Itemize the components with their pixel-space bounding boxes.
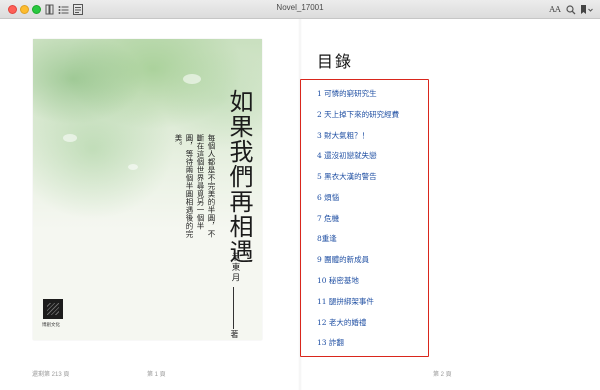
author-divider (233, 287, 234, 329)
toc-item[interactable]: 7 危機 (317, 213, 339, 224)
cover-title: 如果我們再相遇 (225, 89, 253, 264)
toc-item[interactable]: 2 天上掉下來的研究經費 (317, 109, 399, 120)
title-bar: Novel_17001 AA (0, 0, 600, 19)
bookmark-icon[interactable] (579, 3, 593, 16)
publisher-logo-icon (43, 299, 63, 319)
toc-item[interactable]: 9 團體的新成員 (317, 254, 369, 265)
left-page-number: 第 1 頁 (147, 372, 166, 378)
cover-artwork-highlight (128, 164, 138, 170)
toc-item[interactable]: 11 腿拚綁架事件 (317, 296, 374, 307)
book-cover: 如果我們再相遇 每個人都是不完美的半圓，不斷在這個世界尋覓另一個半圓，等待兩個半… (33, 39, 262, 340)
toc-item[interactable]: 12 老大的婚禮 (317, 317, 366, 328)
right-page-number: 第 2 頁 (433, 372, 452, 378)
toc-item[interactable]: 4 還沒初戀就失戀 (317, 150, 377, 161)
publisher-name: 博創文化 (42, 323, 60, 328)
cover-artwork-highlight (183, 74, 201, 84)
toc-item[interactable]: 5 黑衣大漢的警告 (317, 171, 377, 182)
window-title: Novel_17001 (276, 3, 324, 12)
cover-author-suffix: 著 (230, 330, 239, 338)
pages-remaining: 還剩第 213 頁 (32, 372, 70, 378)
search-icon[interactable] (565, 3, 576, 16)
toc-item[interactable]: 1 可憐的窮研究生 (317, 88, 377, 99)
font-size-icon[interactable]: AA (548, 3, 562, 16)
toc-item[interactable]: 8重逢 (317, 233, 337, 244)
right-page: 目錄 1 可憐的窮研究生 2 天上掉下來的研究經費 3 財大氣粗？！ 4 還沒初… (300, 19, 600, 390)
cover-blurb: 每個人都是不完美的半圓，不斷在這個世界尋覓另一個半圓，等待兩個半圓相遇後的完美。 (174, 134, 216, 238)
toc-item[interactable]: 10 秘密基地 (317, 275, 359, 286)
toc-item[interactable]: 6 煩惱 (317, 192, 339, 203)
toc-item[interactable]: 3 財大氣粗？！ (317, 130, 369, 141)
toc-item[interactable]: 13 詐翻 (317, 337, 344, 348)
cover-artwork-highlight (63, 134, 77, 142)
left-page: 如果我們再相遇 每個人都是不完美的半圓，不斷在這個世界尋覓另一個半圓，等待兩個半… (0, 19, 300, 390)
toc-heading: 目錄 (317, 52, 354, 71)
cover-author: 示東月 (230, 252, 240, 284)
